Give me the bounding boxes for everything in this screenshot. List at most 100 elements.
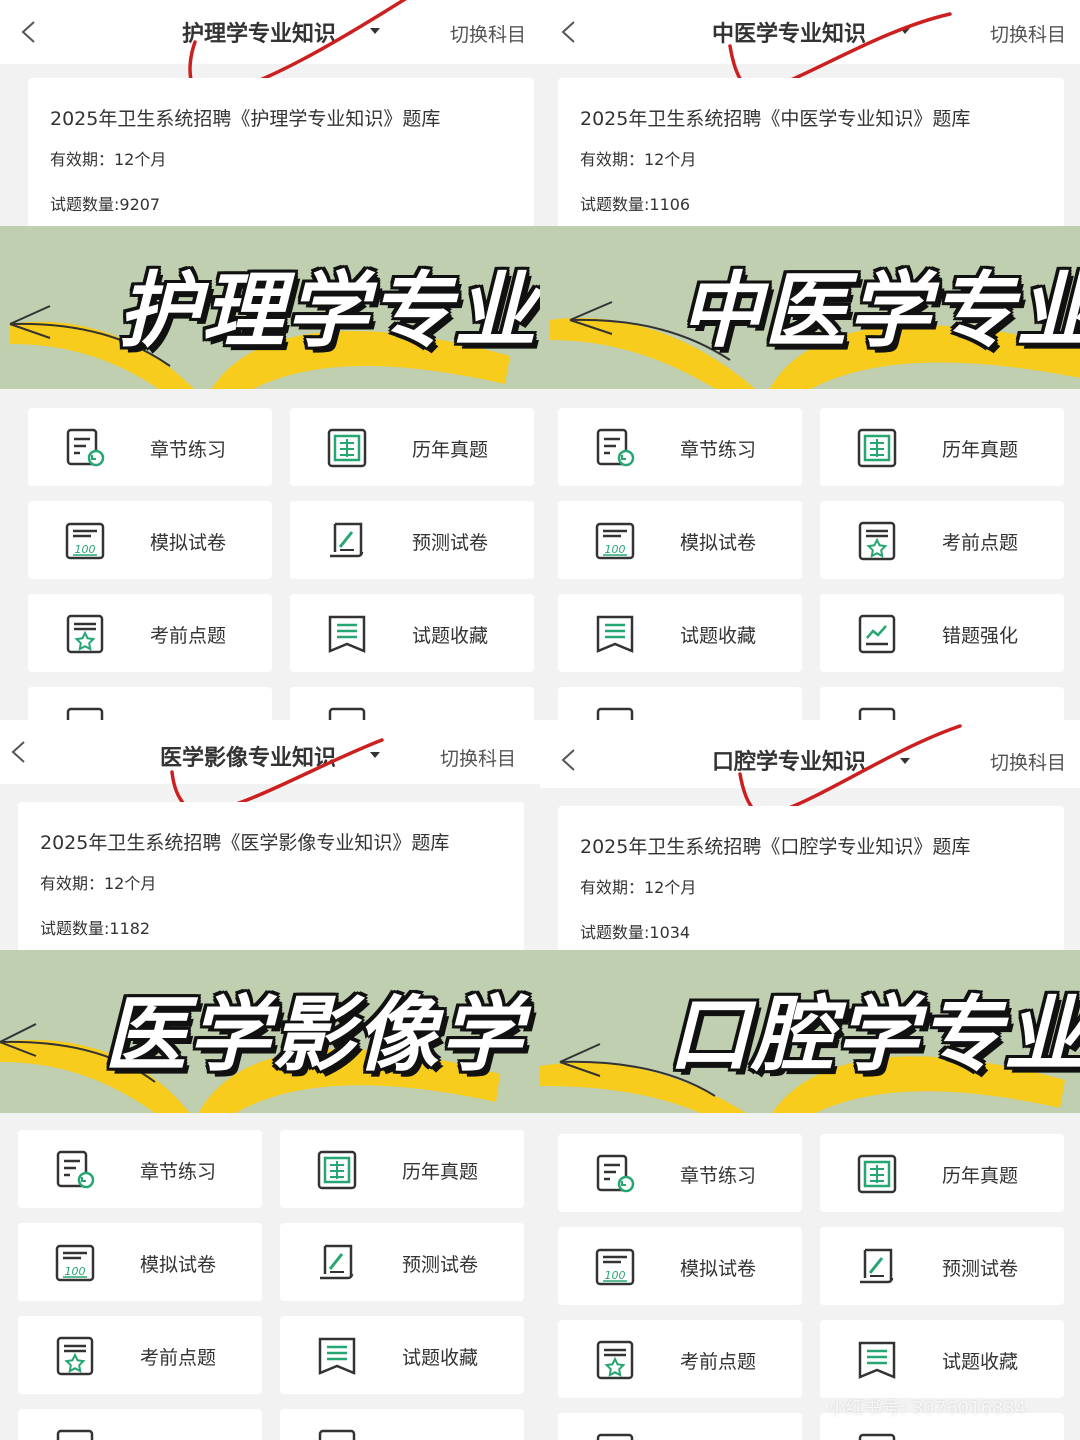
question-bank-card[interactable]: 2025年卫生系统招聘《护理学专业知识》题库 有效期：12个月 试题数量:920… bbox=[28, 78, 534, 228]
past-exam-icon bbox=[857, 428, 897, 468]
question-count: 试题数量:1182 bbox=[40, 919, 151, 938]
switch-subject-button[interactable]: 切换科目 bbox=[990, 20, 1066, 47]
chevron-down-icon[interactable] bbox=[370, 28, 380, 34]
tile-partial[interactable] bbox=[290, 687, 534, 720]
tile-label: 章节练习 bbox=[140, 1161, 217, 1183]
notes-icon bbox=[858, 707, 896, 720]
tile-partial[interactable] bbox=[558, 1413, 802, 1440]
validity-text: 有效期：12个月 bbox=[580, 878, 697, 897]
tile-favorites[interactable]: 试题收藏 bbox=[290, 594, 534, 672]
subject-title[interactable]: 医学影像专业知识 bbox=[160, 740, 336, 772]
tile-past-exam[interactable]: 历年真题 bbox=[820, 1134, 1064, 1212]
tile-label: 考前点题 bbox=[942, 532, 1019, 554]
back-icon[interactable] bbox=[8, 740, 32, 764]
bank-title: 2025年卫生系统招聘《口腔学专业知识》题库 bbox=[580, 836, 971, 858]
tile-label: 章节练习 bbox=[150, 439, 227, 461]
question-bank-card[interactable]: 2025年卫生系统招聘《医学影像专业知识》题库 有效期：12个月 试题数量:11… bbox=[18, 802, 524, 952]
watermark-logo: 小红书 bbox=[1004, 1360, 1060, 1392]
tile-key-points[interactable]: 考前点题 bbox=[28, 594, 272, 672]
tile-mistakes[interactable]: 错题强化 bbox=[820, 594, 1064, 672]
tile-forecast-paper[interactable]: 预测试卷 bbox=[290, 501, 534, 579]
tile-key-points[interactable]: 考前点题 bbox=[558, 1320, 802, 1398]
key-points-icon bbox=[56, 1336, 94, 1376]
back-icon[interactable] bbox=[18, 20, 42, 44]
tile-label: 历年真题 bbox=[942, 439, 1019, 461]
tile-mock-paper[interactable]: 100 模拟试卷 bbox=[18, 1223, 262, 1301]
tile-label: 考前点题 bbox=[150, 625, 227, 647]
question-bank-card[interactable]: 2025年卫生系统招聘《口腔学专业知识》题库 有效期：12个月 试题数量:103… bbox=[558, 806, 1064, 956]
chevron-down-icon[interactable] bbox=[370, 752, 380, 758]
tile-label: 模拟试卷 bbox=[150, 532, 227, 554]
question-bank-card[interactable]: 2025年卫生系统招聘《中医学专业知识》题库 有效期：12个月 试题数量:110… bbox=[558, 78, 1064, 228]
tile-key-points[interactable]: 考前点题 bbox=[820, 501, 1064, 579]
tile-partial[interactable] bbox=[558, 687, 802, 720]
subject-title[interactable]: 中医学专业知识 bbox=[712, 16, 866, 48]
subject-title[interactable]: 护理学专业知识 bbox=[182, 16, 336, 48]
tile-forecast-paper[interactable]: 预测试卷 bbox=[280, 1223, 524, 1301]
chevron-down-icon[interactable] bbox=[900, 758, 910, 764]
subject-title[interactable]: 口腔学专业知识 bbox=[712, 744, 866, 776]
tile-label: 历年真题 bbox=[942, 1165, 1019, 1187]
tile-partial[interactable] bbox=[820, 687, 1064, 720]
tile-partial[interactable] bbox=[280, 1409, 524, 1440]
tile-past-exam[interactable]: 历年真题 bbox=[290, 408, 534, 486]
tile-mock-paper[interactable]: 100 模拟试卷 bbox=[558, 501, 802, 579]
back-icon[interactable] bbox=[558, 748, 582, 772]
tile-label: 预测试卷 bbox=[402, 1254, 479, 1276]
panel-tcm: 中医学专业知识 切换科目 2025年卫生系统招聘《中医学专业知识》题库 有效期：… bbox=[540, 0, 1080, 720]
tile-label: 考前点题 bbox=[680, 1351, 757, 1373]
favorites-icon bbox=[858, 1341, 896, 1379]
top-bar: 口腔学专业知识 切换科目 bbox=[540, 720, 1080, 788]
banner-title: 护理学专业 bbox=[118, 264, 538, 359]
switch-subject-button[interactable]: 切换科目 bbox=[450, 20, 526, 47]
tile-label: 考前点题 bbox=[140, 1347, 217, 1369]
tile-label: 模拟试卷 bbox=[140, 1254, 217, 1276]
tile-past-exam[interactable]: 历年真题 bbox=[280, 1130, 524, 1208]
tile-chapter-practice[interactable]: 章节练习 bbox=[18, 1130, 262, 1208]
favorites-icon bbox=[596, 615, 634, 653]
tile-key-points[interactable]: 考前点题 bbox=[18, 1316, 262, 1394]
switch-subject-button[interactable]: 切换科目 bbox=[990, 748, 1066, 775]
validity-text: 有效期：12个月 bbox=[50, 150, 167, 169]
mock-paper-icon: 100 bbox=[65, 522, 105, 560]
mistakes-icon bbox=[596, 1433, 634, 1440]
tile-label: 预测试卷 bbox=[412, 532, 489, 554]
panel-imaging: 医学影像专业知识 切换科目 2025年卫生系统招聘《医学影像专业知识》题库 有效… bbox=[0, 720, 540, 1440]
tile-partial[interactable] bbox=[18, 1409, 262, 1440]
mock-paper-icon: 100 bbox=[595, 522, 635, 560]
overlay-banner: 口腔学专业 bbox=[540, 950, 1080, 1113]
chevron-down-icon[interactable] bbox=[900, 28, 910, 34]
chapter-practice-icon bbox=[56, 1150, 95, 1189]
overlay-banner: 护理学专业 bbox=[0, 226, 540, 389]
banner-title: 口腔学专业 bbox=[668, 988, 1080, 1083]
tile-label: 试题收藏 bbox=[402, 1347, 479, 1369]
forecast-paper-icon bbox=[320, 1244, 354, 1280]
tile-favorites[interactable]: 试题收藏 bbox=[558, 594, 802, 672]
top-bar: 护理学专业知识 切换科目 bbox=[0, 0, 540, 64]
tile-forecast-paper[interactable]: 预测试卷 bbox=[820, 1227, 1064, 1305]
switch-subject-button[interactable]: 切换科目 bbox=[440, 744, 516, 771]
tile-past-exam[interactable]: 历年真题 bbox=[820, 408, 1064, 486]
tile-mock-paper[interactable]: 100 模拟试卷 bbox=[28, 501, 272, 579]
tile-label: 模拟试卷 bbox=[680, 532, 757, 554]
chapter-practice-icon bbox=[596, 1154, 635, 1193]
tile-label: 章节练习 bbox=[680, 439, 757, 461]
question-count: 试题数量:9207 bbox=[50, 195, 161, 214]
tile-chapter-practice[interactable]: 章节练习 bbox=[558, 408, 802, 486]
record-icon bbox=[328, 707, 366, 720]
tile-label: 试题收藏 bbox=[412, 625, 489, 647]
tile-chapter-practice[interactable]: 章节练习 bbox=[28, 408, 272, 486]
top-bar: 医学影像专业知识 切换科目 bbox=[0, 720, 540, 784]
record-icon bbox=[858, 1433, 896, 1440]
mistakes-icon bbox=[858, 614, 896, 654]
favorites-icon bbox=[318, 1337, 356, 1375]
tile-partial[interactable] bbox=[28, 687, 272, 720]
bank-title: 2025年卫生系统招聘《医学影像专业知识》题库 bbox=[40, 832, 450, 854]
tile-favorites[interactable]: 试题收藏 bbox=[280, 1316, 524, 1394]
panel-nursing: 护理学专业知识 切换科目 2025年卫生系统招聘《护理学专业知识》题库 有效期：… bbox=[0, 0, 540, 720]
back-icon[interactable] bbox=[558, 20, 582, 44]
tile-chapter-practice[interactable]: 章节练习 bbox=[558, 1134, 802, 1212]
banner-title: 中医学专业 bbox=[680, 264, 1080, 359]
past-exam-icon bbox=[317, 1150, 357, 1190]
tile-mock-paper[interactable]: 100 模拟试卷 bbox=[558, 1227, 802, 1305]
